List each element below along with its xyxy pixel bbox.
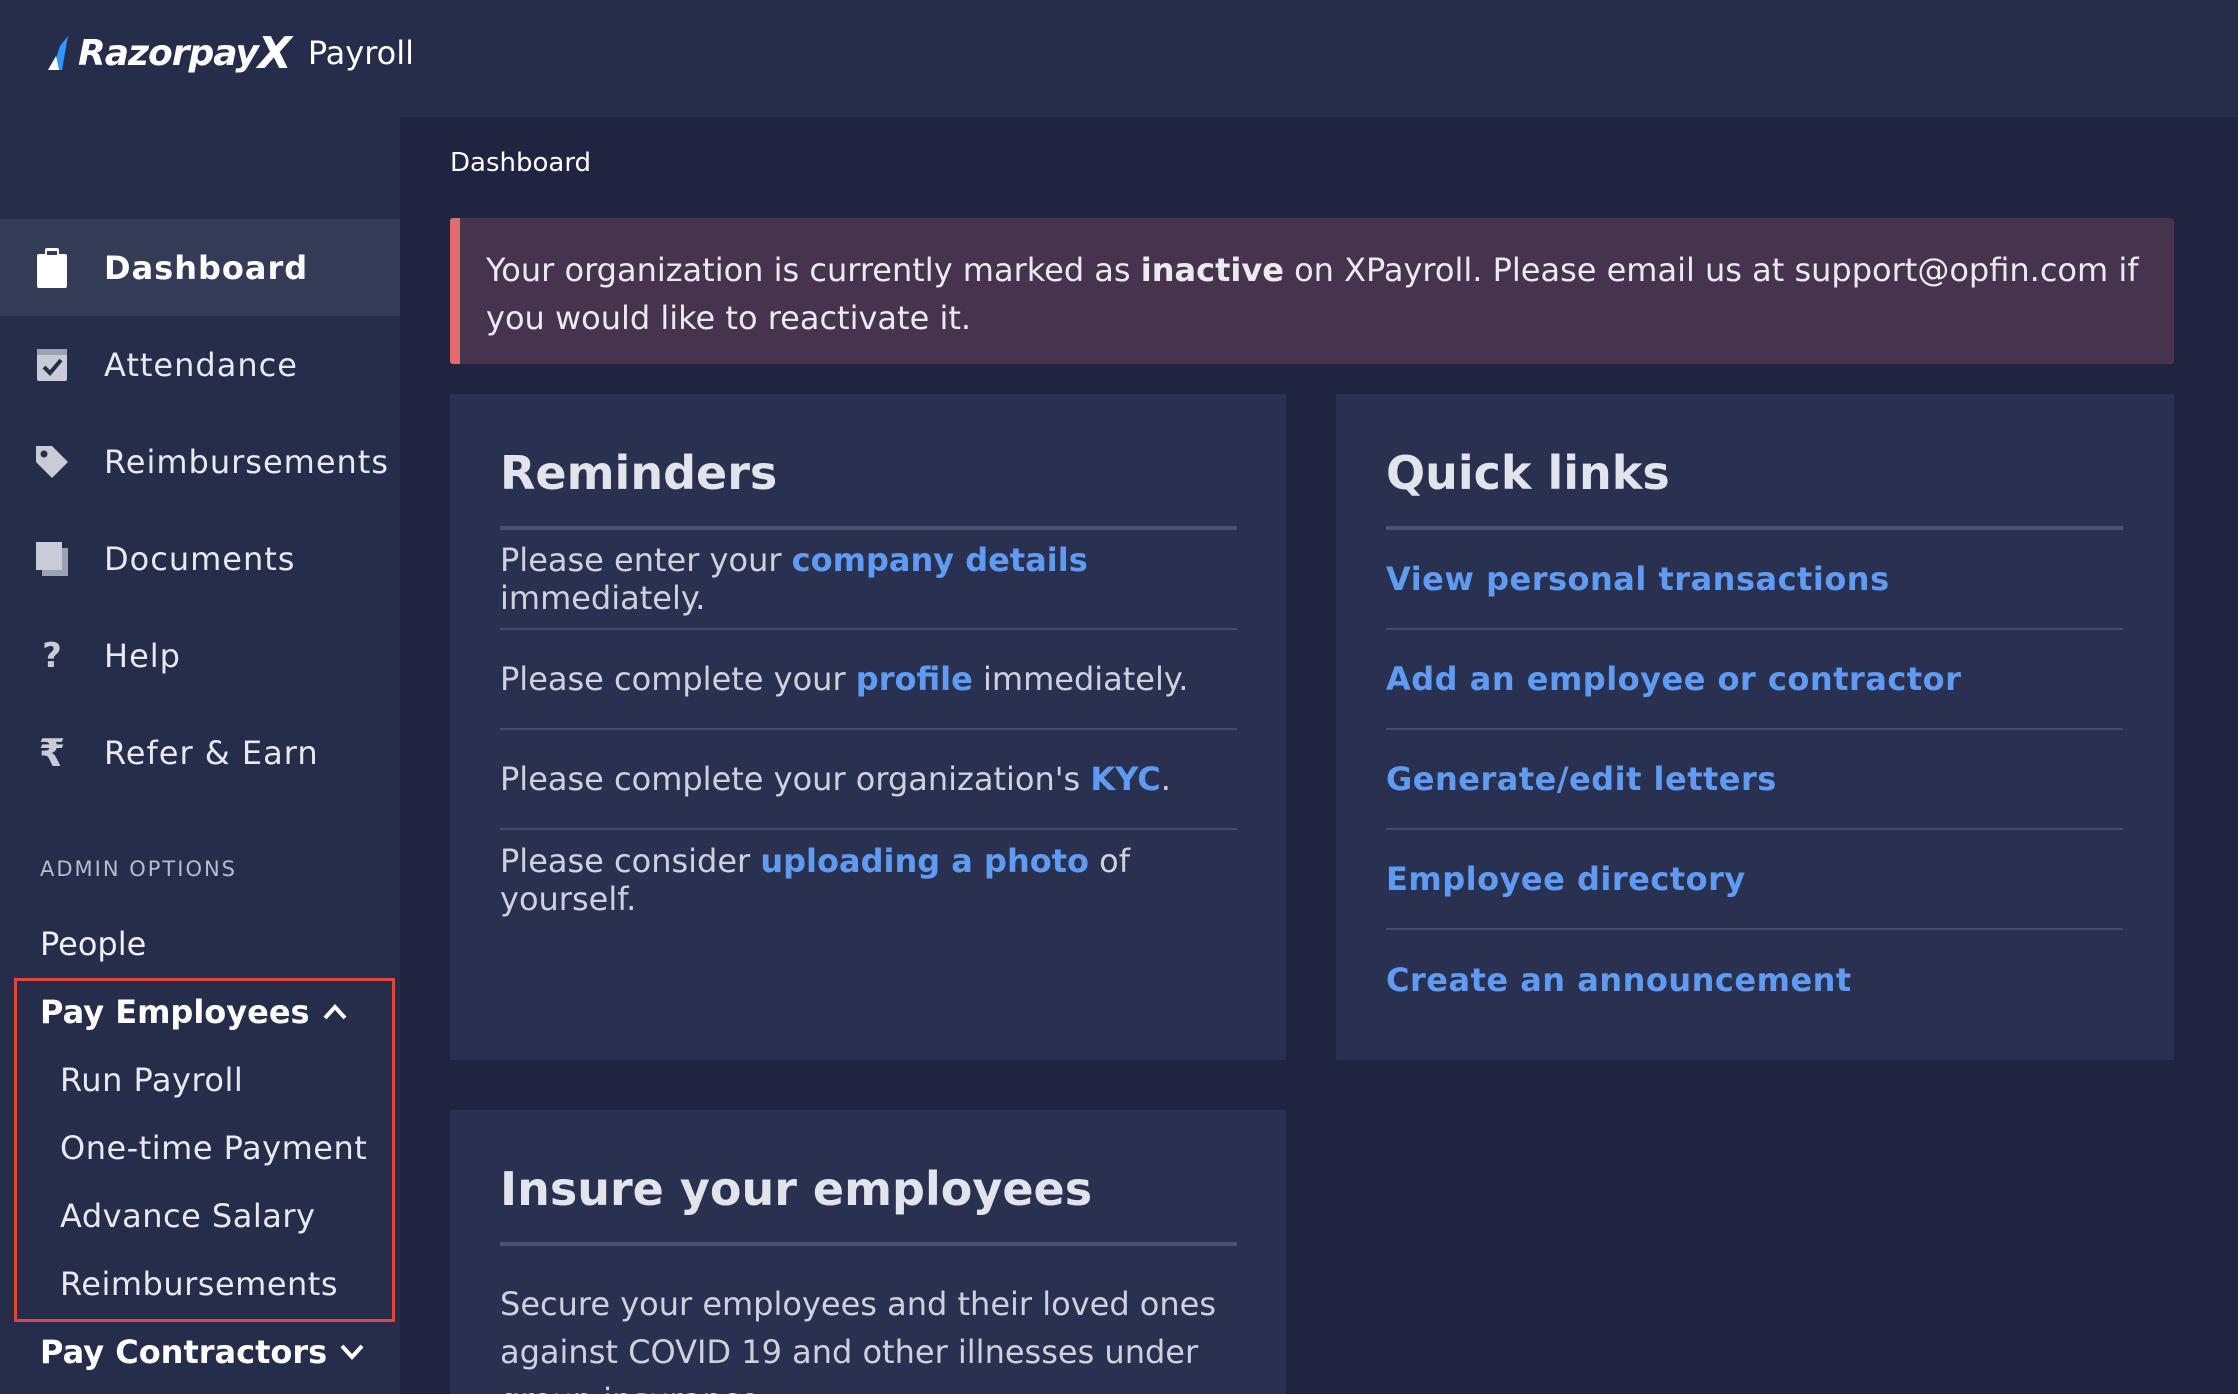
reminder-item: Please enter your company details immedi… <box>500 530 1237 630</box>
admin-options-heading: ADMIN OPTIONS <box>40 857 238 881</box>
sidebar-item-label: Reimbursements <box>104 442 390 481</box>
razorpay-logo-mark-icon <box>48 36 68 70</box>
quick-link-row: Add an employee or contractor <box>1386 630 2123 730</box>
sidebar-item-label: Refer & Earn <box>104 733 319 772</box>
pay-employees-highlight-box <box>14 978 395 1322</box>
sidebar-item-label: Dashboard <box>104 248 309 287</box>
admin-group-pay-contractors[interactable]: Pay Contractors <box>40 1333 365 1371</box>
reminders-title: Reminders <box>500 446 778 500</box>
admin-link-people[interactable]: People <box>40 925 146 963</box>
reminder-text: immediately. <box>972 660 1189 698</box>
reminder-text: . <box>1160 760 1171 798</box>
generate-edit-letters-link[interactable]: Generate/edit letters <box>1386 760 1777 798</box>
profile-link[interactable]: profile <box>856 660 973 698</box>
sidebar-item-help[interactable]: ? Help <box>0 607 400 704</box>
clipboard-icon <box>34 247 70 288</box>
breadcrumb: Dashboard <box>450 148 592 178</box>
reminders-card: Reminders Please enter your company deta… <box>450 394 1286 1060</box>
quick-links-card: Quick links View personal transactions A… <box>1336 394 2174 1060</box>
sidebar-item-reimbursements[interactable]: Reimbursements <box>0 413 400 510</box>
chevron-down-icon <box>340 1344 364 1360</box>
upload-photo-link[interactable]: uploading a photo <box>760 842 1089 880</box>
reminder-item: Please complete your profile immediately… <box>500 630 1237 730</box>
add-employee-contractor-link[interactable]: Add an employee or contractor <box>1386 660 1961 698</box>
logo-text: Razorpay <box>78 32 259 74</box>
quick-link-row: Generate/edit letters <box>1386 730 2123 830</box>
view-personal-transactions-link[interactable]: View personal transactions <box>1386 560 1890 598</box>
sidebar-item-dashboard[interactable]: Dashboard <box>0 219 400 316</box>
documents-icon <box>34 539 70 579</box>
employee-directory-link[interactable]: Employee directory <box>1386 860 1746 898</box>
sidebar-item-label: Documents <box>104 539 296 578</box>
razorpayx-payroll-logo[interactable]: Razorpay X Payroll <box>48 27 415 79</box>
top-bar: Razorpay X Payroll <box>0 0 2238 117</box>
logo-product: Payroll <box>307 34 415 72</box>
quick-link-row: View personal transactions <box>1386 530 2123 630</box>
alert-text-before: Your organization is currently marked as <box>486 251 1141 289</box>
create-announcement-link[interactable]: Create an announcement <box>1386 961 1852 999</box>
company-details-link[interactable]: company details <box>792 541 1088 579</box>
reminder-text: immediately. <box>500 579 706 617</box>
sidebar-item-documents[interactable]: Documents <box>0 510 400 607</box>
insure-employees-card: Insure your employees Secure your employ… <box>450 1110 1286 1394</box>
quick-link-row: Employee directory <box>1386 830 2123 930</box>
inactive-organization-alert: Your organization is currently marked as… <box>450 218 2174 364</box>
sidebar-item-attendance[interactable]: Attendance <box>0 316 400 413</box>
reminder-text: Please complete your organization's <box>500 760 1091 798</box>
insure-title: Insure your employees <box>500 1162 1093 1216</box>
kyc-link[interactable]: KYC <box>1090 760 1160 798</box>
reminder-text: Please consider <box>500 842 761 880</box>
tag-icon <box>34 442 70 482</box>
insure-description: Secure your employees and their loved on… <box>500 1285 1217 1394</box>
reminder-item: Please complete your organization's KYC. <box>500 730 1237 830</box>
pay-contractors-label: Pay Contractors <box>40 1333 328 1371</box>
question-icon: ? <box>42 635 62 676</box>
sidebar-item-refer-earn[interactable]: ₹ Refer & Earn <box>0 704 400 801</box>
calendar-check-icon <box>34 345 70 385</box>
reminder-text: Please enter your <box>500 541 792 579</box>
reminder-item: Please consider uploading a photo of you… <box>500 830 1237 930</box>
quick-link-row: Create an announcement <box>1386 930 2123 1030</box>
sidebar-item-label: Attendance <box>104 345 298 384</box>
quick-links-title: Quick links <box>1386 446 1670 500</box>
reminder-text: Please complete your <box>500 660 856 698</box>
rupee-icon: ₹ <box>38 730 66 775</box>
alert-status: inactive <box>1140 251 1284 289</box>
divider <box>500 1242 1237 1246</box>
logo-x: X <box>257 27 292 79</box>
sidebar-item-label: Help <box>104 636 181 675</box>
